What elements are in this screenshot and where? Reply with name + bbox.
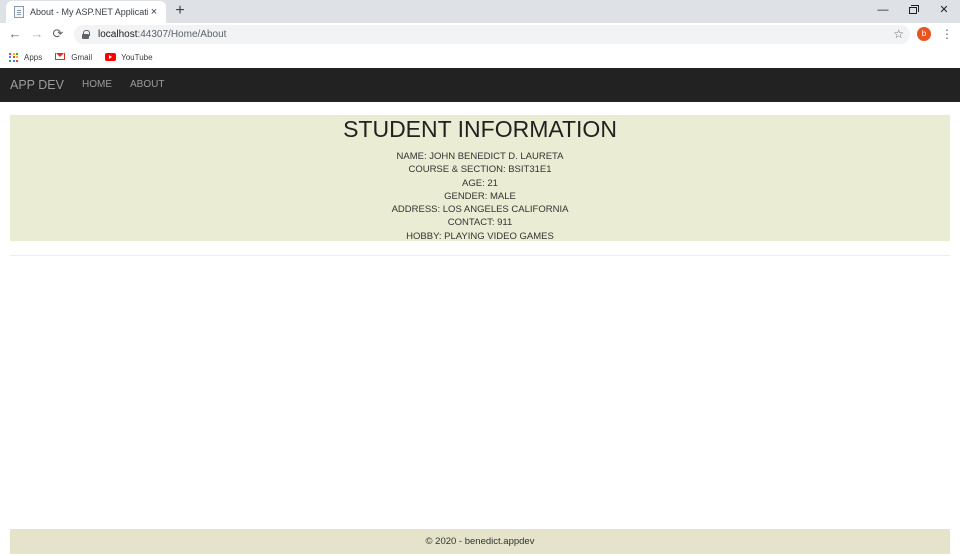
page-content: APP DEV HOME ABOUT STUDENT INFORMATION N… xyxy=(0,68,960,556)
new-tab-button[interactable]: + xyxy=(172,2,188,20)
forward-button[interactable]: → xyxy=(28,25,46,43)
tab-strip: About - My ASP.NET Application × + — ✕ xyxy=(0,0,960,23)
restore-button[interactable] xyxy=(898,0,928,20)
apps-dot xyxy=(9,59,11,62)
profile-avatar[interactable]: b xyxy=(917,27,931,41)
site-navbar: APP DEV HOME ABOUT xyxy=(0,68,960,102)
youtube-icon xyxy=(105,53,117,61)
back-button[interactable]: ← xyxy=(6,25,24,43)
apps-dot xyxy=(12,59,15,62)
info-age: AGE: 21 xyxy=(462,177,498,189)
browser-tab-about[interactable]: About - My ASP.NET Application × xyxy=(6,1,166,23)
apps-dot xyxy=(9,56,11,58)
apps-dot xyxy=(9,52,11,55)
info-course-section: COURSE & SECTION: BSIT31E1 xyxy=(408,164,552,176)
student-info-list: NAME: JOHN BENEDICT D. LAURETA COURSE & … xyxy=(10,150,950,243)
apps-dot xyxy=(12,52,15,55)
bookmark-apps[interactable]: Apps xyxy=(9,52,43,62)
gmail-icon xyxy=(55,53,66,61)
content-divider xyxy=(10,255,950,256)
restore-icon xyxy=(909,5,919,14)
apps-dot xyxy=(16,52,18,55)
bookmark-label: Apps xyxy=(24,52,43,62)
info-gender: GENDER: MALE xyxy=(444,190,516,202)
tab-title: About - My ASP.NET Application xyxy=(30,7,148,17)
bookmarks-bar: Apps Gmail YouTube xyxy=(0,46,960,68)
bookmark-gmail[interactable]: Gmail xyxy=(55,53,92,62)
student-info-panel: STUDENT INFORMATION NAME: JOHN BENEDICT … xyxy=(10,115,950,243)
page-favicon-icon xyxy=(14,6,24,18)
lock-icon[interactable] xyxy=(82,30,90,39)
apps-icon xyxy=(9,52,18,62)
bookmark-label: Gmail xyxy=(71,52,93,62)
url-host: localhost xyxy=(98,29,138,40)
bookmark-label: YouTube xyxy=(121,52,153,62)
tab-close-icon[interactable]: × xyxy=(148,6,160,18)
navbar-brand[interactable]: APP DEV xyxy=(10,68,64,102)
minimize-button[interactable]: — xyxy=(868,0,898,20)
page-title: STUDENT INFORMATION xyxy=(343,116,617,142)
close-window-button[interactable]: ✕ xyxy=(929,0,959,20)
browser-toolbar: ← → ⟳ localhost:44307/Home/About ☆ b ⋮ xyxy=(0,23,960,46)
apps-dot xyxy=(16,56,18,58)
info-hobby: HOBBY: PLAYING VIDEO GAMES xyxy=(406,230,554,242)
nav-link-about[interactable]: ABOUT xyxy=(130,68,164,102)
info-contact: CONTACT: 911 xyxy=(447,217,513,229)
info-address: ADDRESS: LOS ANGELES CALIFORNIA xyxy=(391,204,569,216)
apps-dot xyxy=(12,56,15,58)
browser-menu-icon[interactable]: ⋮ xyxy=(941,25,953,43)
url-path: :44307/Home/About xyxy=(137,29,227,40)
nav-link-home[interactable]: HOME xyxy=(82,68,112,102)
apps-dot xyxy=(16,59,18,62)
info-name: NAME: JOHN BENEDICT D. LAURETA xyxy=(396,151,564,162)
bookmark-youtube[interactable]: YouTube xyxy=(105,52,153,62)
bookmark-star-icon[interactable]: ☆ xyxy=(893,26,904,43)
address-bar[interactable]: localhost:44307/Home/About ☆ xyxy=(74,25,910,44)
page-footer: © 2020 - benedict.appdev xyxy=(10,529,950,554)
reload-button[interactable]: ⟳ xyxy=(49,25,67,43)
